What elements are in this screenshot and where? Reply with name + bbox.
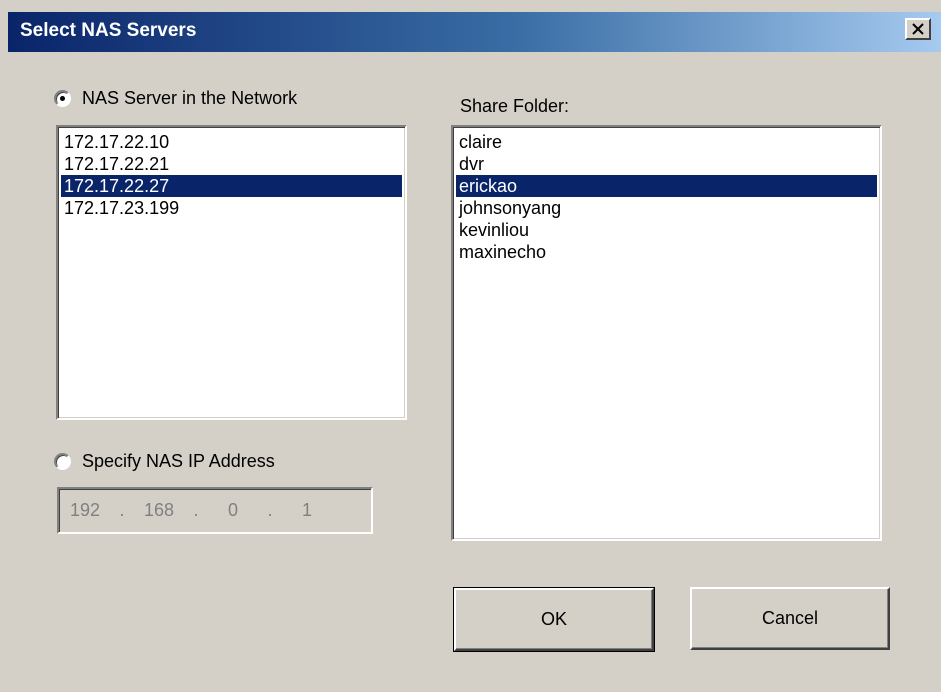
ip-separator: . — [267, 500, 273, 520]
radio-selected-dot — [60, 96, 65, 101]
network-radio-button[interactable] — [54, 90, 71, 107]
close-button[interactable] — [905, 18, 931, 40]
nas-server-list-item[interactable]: 172.17.22.21 — [61, 153, 402, 175]
share-folder-list-item[interactable]: maxinecho — [456, 241, 877, 263]
window-title: Select NAS Servers — [20, 20, 197, 41]
share-folder-list-item[interactable]: erickao — [456, 175, 877, 197]
share-folder-list-item[interactable]: dvr — [456, 153, 877, 175]
cancel-button-label: Cancel — [761, 608, 819, 628]
share-folder-label: Share Folder: — [460, 96, 570, 116]
ip-separator: . — [119, 500, 125, 520]
cancel-button[interactable]: Cancel — [690, 587, 890, 650]
ip-octet-3[interactable]: 0 — [207, 500, 259, 521]
share-folder-list-item[interactable]: kevinliou — [456, 219, 877, 241]
share-folder-list[interactable]: claire dvr erickao johnsonyang kevinliou maxi… — [451, 125, 882, 541]
close-icon — [912, 23, 924, 35]
nas-server-list-item[interactable]: 172.17.22.10 — [61, 131, 402, 153]
specify-ip-radio-button[interactable] — [54, 453, 71, 470]
ip-separator: . — [193, 500, 199, 520]
network-radio-label: NAS Server in the Network — [82, 88, 298, 108]
share-folder-list-item[interactable]: claire — [456, 131, 877, 153]
specify-ip-radio-label: Specify NAS IP Address — [82, 451, 275, 471]
ok-button[interactable]: OK — [453, 587, 655, 652]
select-nas-servers-dialog: Select NAS Servers NAS Server in the Net… — [0, 0, 941, 692]
ip-octet-4[interactable]: 1 — [281, 500, 333, 521]
nas-server-list-item[interactable]: 172.17.22.27 — [61, 175, 402, 197]
network-radio-option[interactable]: NAS Server in the Network — [54, 88, 297, 109]
ip-octet-2[interactable]: 168 — [133, 500, 185, 521]
title-bar[interactable]: Select NAS Servers — [8, 12, 941, 52]
nas-server-list-item[interactable]: 172.17.23.199 — [61, 197, 402, 219]
specify-ip-radio-option[interactable]: Specify NAS IP Address — [54, 451, 275, 472]
nas-server-list[interactable]: 172.17.22.10 172.17.22.21 172.17.22.27 172.… — [56, 125, 407, 420]
ip-octet-1[interactable]: 192 — [59, 500, 111, 521]
share-folder-list-item[interactable]: johnsonyang — [456, 197, 877, 219]
ok-button-label: OK — [540, 609, 567, 629]
ip-address-field[interactable]: 192 . 168 . 0 . 1 — [57, 487, 373, 534]
